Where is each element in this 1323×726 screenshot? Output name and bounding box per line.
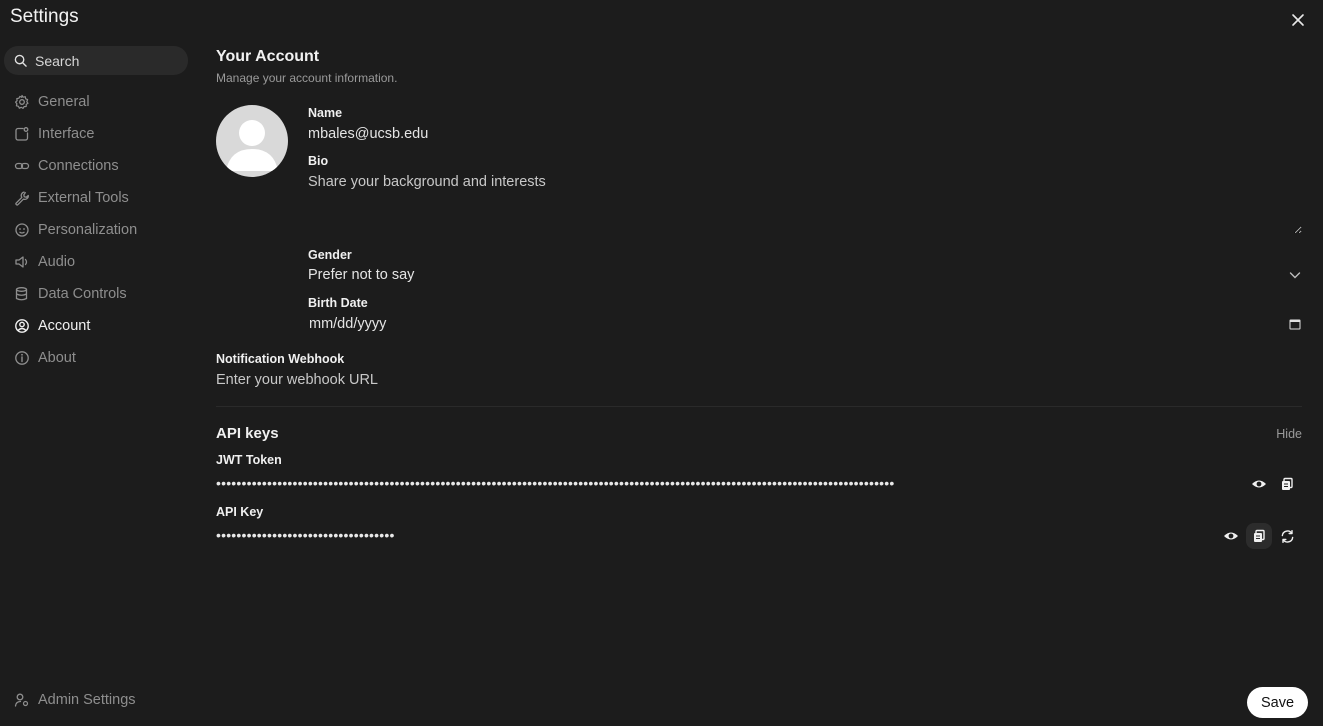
sidebar-item-interface[interactable]: Interface <box>10 118 188 150</box>
close-icon <box>1292 14 1304 26</box>
sidebar-nav: General Interface Connections External T… <box>10 86 188 374</box>
sidebar-item-account[interactable]: Account <box>10 310 188 342</box>
sidebar-item-audio[interactable]: Audio <box>10 246 188 278</box>
account-panel: Your Account Manage your account informa… <box>216 48 1302 549</box>
eye-icon <box>1224 532 1238 540</box>
wrench-icon <box>15 191 29 206</box>
avatar[interactable] <box>216 105 288 177</box>
settings-title: Settings <box>10 6 79 27</box>
save-button[interactable]: Save <box>1247 687 1308 718</box>
api-key-label: API Key <box>216 505 264 519</box>
bio-label: Bio <box>308 154 329 168</box>
sidebar-item-label: External Tools <box>38 190 129 206</box>
webhook-label: Notification Webhook <box>216 352 345 366</box>
api-keys-header: API keys Hide <box>216 425 1302 442</box>
sidebar-item-label: Data Controls <box>38 286 127 302</box>
chevron-down-icon <box>1289 272 1301 279</box>
name-field[interactable]: mbales@ucsb.edu <box>308 126 428 142</box>
sidebar-item-data-controls[interactable]: Data Controls <box>10 278 188 310</box>
refresh-icon <box>1281 529 1293 543</box>
default-avatar-icon <box>226 120 278 171</box>
api-key-value[interactable]: ••••••••••••••••••••••••••••••••••• <box>216 527 616 543</box>
birth-date-field[interactable]: mm/dd/yyyy <box>308 316 1302 332</box>
sidebar-item-label: Account <box>38 318 91 334</box>
sidebar-item-label: General <box>38 94 90 110</box>
name-label: Name <box>308 106 343 120</box>
sidebar-item-about[interactable]: About <box>10 342 188 374</box>
page-title: Your Account <box>216 48 320 65</box>
gender-select[interactable]: Prefer not to say <box>308 267 1302 283</box>
copy-icon <box>1282 477 1293 490</box>
divider <box>216 406 1302 407</box>
webhook-input[interactable] <box>216 372 1216 388</box>
calendar-icon <box>1289 319 1301 330</box>
show-api-key-button[interactable] <box>1218 523 1244 549</box>
sidebar-item-connections[interactable]: Connections <box>10 150 188 182</box>
face-icon <box>15 223 29 237</box>
interface-icon <box>15 127 29 141</box>
eye-icon <box>1252 480 1266 488</box>
gender-label: Gender <box>308 248 352 262</box>
admin-settings-label: Admin Settings <box>38 692 136 708</box>
speaker-icon <box>15 256 28 268</box>
jwt-token-value[interactable]: ••••••••••••••••••••••••••••••••••••••••… <box>216 475 1248 491</box>
info-icon <box>15 351 29 365</box>
copy-api-key-button[interactable] <box>1246 523 1272 549</box>
sidebar-item-label: About <box>38 350 76 366</box>
regenerate-api-key-button[interactable] <box>1274 523 1300 549</box>
search-input[interactable] <box>35 52 175 69</box>
show-jwt-button[interactable] <box>1246 471 1272 497</box>
admin-settings-button[interactable]: Admin Settings <box>10 686 136 714</box>
api-keys-title: API keys <box>216 425 279 442</box>
sidebar-item-personalization[interactable]: Personalization <box>10 214 188 246</box>
search-box[interactable] <box>4 46 188 75</box>
page-subtitle: Manage your account information. <box>216 71 398 85</box>
sidebar-item-label: Personalization <box>38 222 138 238</box>
sidebar-item-general[interactable]: General <box>10 86 188 118</box>
birth-date-placeholder: mm/dd/yyyy <box>309 316 387 332</box>
hide-api-keys-button[interactable]: Hide <box>1276 427 1302 441</box>
database-icon <box>15 287 28 301</box>
copy-jwt-button[interactable] <box>1274 471 1300 497</box>
bio-field[interactable] <box>308 174 1302 234</box>
sidebar-item-label: Connections <box>38 158 119 174</box>
birth-date-label: Birth Date <box>308 296 368 310</box>
sidebar-item-label: Audio <box>38 254 76 270</box>
search-icon <box>14 54 27 67</box>
sidebar-item-label: Interface <box>38 126 95 142</box>
gear-icon <box>15 94 29 109</box>
sidebar-item-external-tools[interactable]: External Tools <box>10 182 188 214</box>
user-gear-icon <box>14 693 29 707</box>
user-circle-icon <box>15 319 29 333</box>
link-icon <box>14 162 30 170</box>
copy-icon <box>1254 529 1265 542</box>
gender-value: Prefer not to say <box>308 267 415 283</box>
close-button[interactable] <box>1286 8 1310 32</box>
jwt-token-label: JWT Token <box>216 453 282 467</box>
